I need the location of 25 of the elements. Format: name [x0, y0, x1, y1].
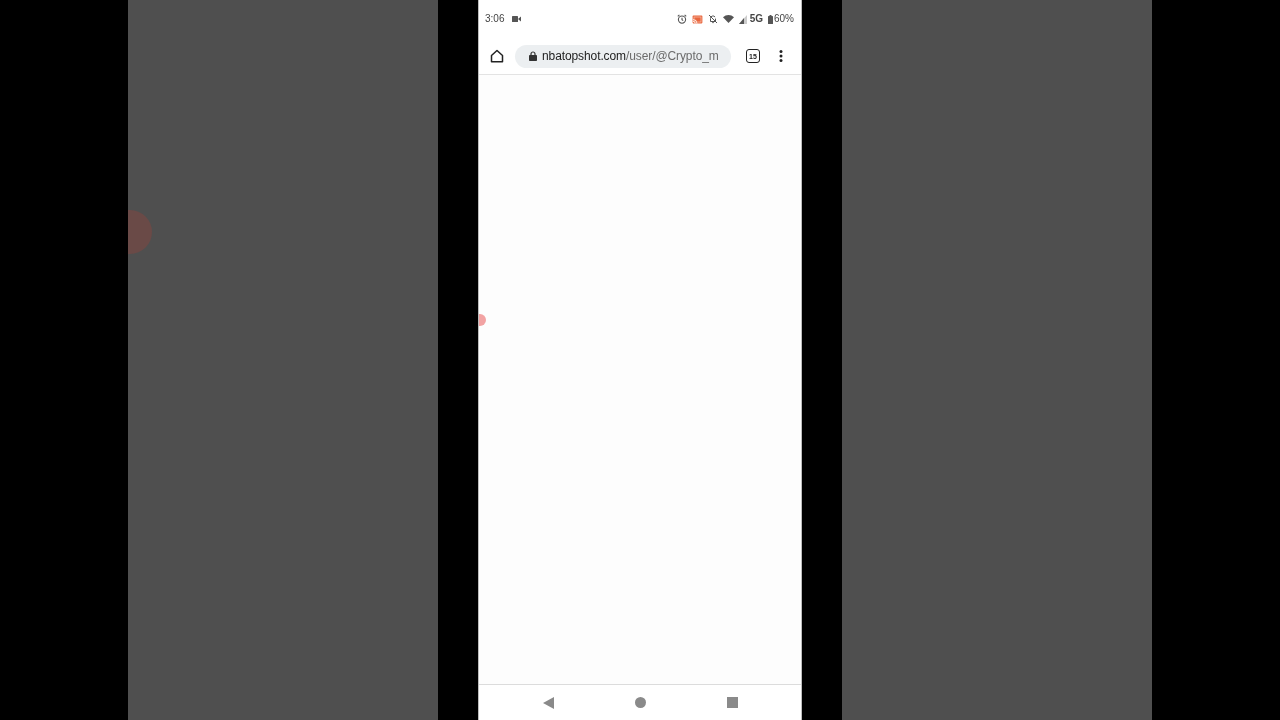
- circle-icon: [634, 697, 646, 708]
- touch-indicator-icon: [128, 210, 152, 254]
- video-camera-icon: [512, 16, 522, 22]
- address-bar[interactable]: nbatopshot.com/user/@Crypto_m: [515, 44, 731, 68]
- back-triangle-icon: [542, 696, 554, 709]
- square-icon: [726, 697, 738, 708]
- status-time: 3:06: [485, 14, 505, 24]
- network-type-label: 5G: [749, 14, 763, 24]
- alarm-clock-icon: [676, 14, 687, 24]
- home-nav-button[interactable]: [634, 696, 646, 709]
- battery-icon: [768, 14, 773, 24]
- wifi-icon: [722, 15, 734, 23]
- more-vertical-icon: [779, 50, 783, 62]
- home-button[interactable]: [489, 48, 505, 64]
- bell-off-icon: [707, 14, 718, 24]
- lock-icon: [529, 51, 537, 61]
- home-icon: [490, 49, 504, 63]
- cast-icon: [691, 14, 703, 24]
- url-text: nbatopshot.com/user/@Crypto_m: [542, 50, 719, 62]
- battery-percent: 60%: [774, 14, 794, 24]
- touch-indicator-icon: [479, 314, 486, 326]
- recents-button[interactable]: [726, 696, 738, 709]
- signal-icon: [738, 14, 747, 24]
- back-button[interactable]: [542, 696, 554, 709]
- menu-button[interactable]: [778, 49, 784, 63]
